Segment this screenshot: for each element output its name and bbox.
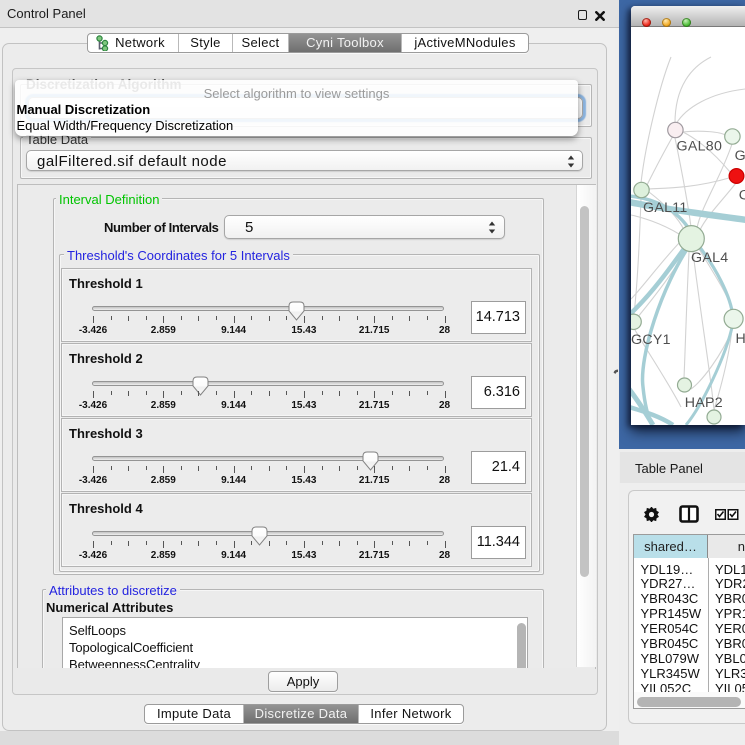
svg-text:GAL80: GAL80	[677, 139, 723, 155]
svg-text:H: H	[736, 331, 745, 347]
svg-text:HAP2: HAP2	[685, 395, 723, 411]
svg-text:GAL4: GAL4	[691, 250, 728, 266]
svg-text:GCY1: GCY1	[631, 332, 671, 348]
svg-text:GA: GA	[735, 148, 745, 164]
svg-text:CY: CY	[739, 188, 745, 204]
svg-text:GAL11: GAL11	[643, 200, 688, 216]
